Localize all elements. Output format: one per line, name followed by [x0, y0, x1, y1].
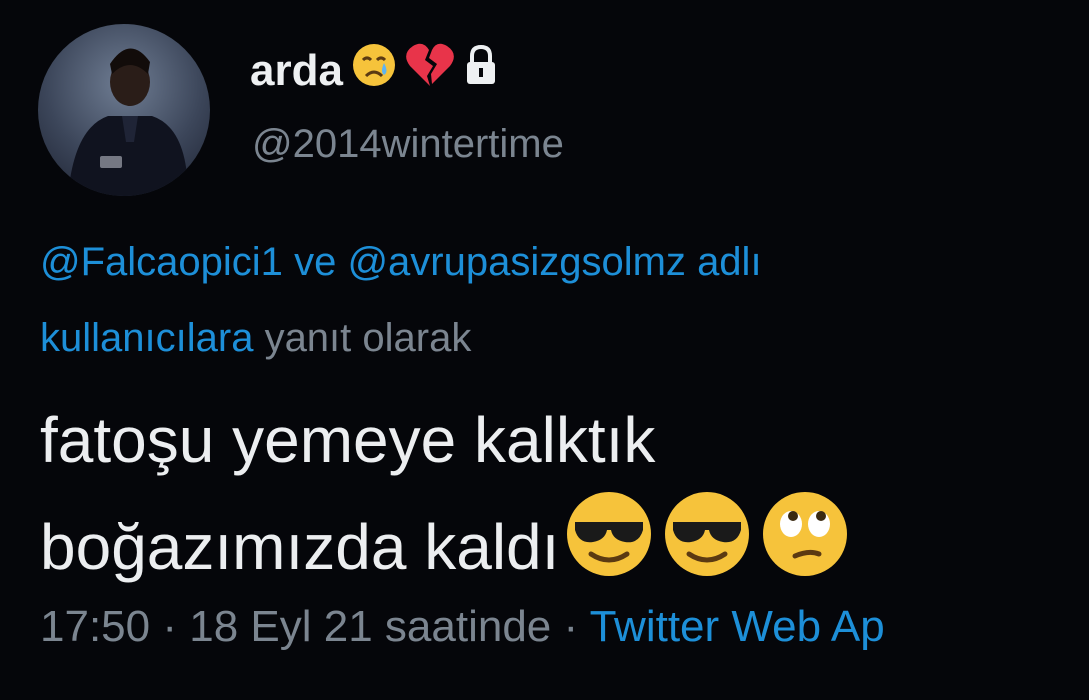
mention-link-falcaopici1[interactable]: @Falcaopici1: [40, 240, 283, 284]
sunglasses-emoji: [661, 488, 753, 606]
meta-separator: ·: [563, 602, 579, 651]
reply-adli: adlı: [697, 240, 762, 284]
reply-connector: ve: [294, 240, 337, 284]
crying-face-emoji: [351, 42, 397, 99]
tweet-line-1: fatoşu yemeye kalktık: [40, 404, 656, 476]
sunglasses-emoji: [563, 488, 655, 606]
tweet-body: fatoşu yemeye kalktık boğazımızda kaldı: [40, 392, 851, 606]
avatar-photo: [68, 48, 188, 196]
tweet-line-2: boğazımızda kaldı: [40, 511, 560, 583]
reply-context-line-2: kullanıcılara yanıt olarak: [40, 316, 471, 361]
lock-icon: [463, 44, 499, 97]
display-name-row[interactable]: arda: [250, 42, 499, 99]
eye-roll-emoji: [759, 488, 851, 606]
reply-suffix: yanıt olarak: [264, 316, 472, 360]
tweet-line-2-row: boğazımızda kaldı: [40, 488, 851, 606]
reply-users-link[interactable]: kullanıcılara: [40, 316, 253, 360]
mention-link-avrupasizgsolmz[interactable]: @avrupasizgsolmz: [347, 240, 686, 284]
user-handle[interactable]: @2014wintertime: [252, 122, 564, 167]
tweet-meta: 17:50 · 18 Eyl 21 saatinde · Twitter Web…: [40, 602, 885, 652]
display-name[interactable]: arda: [250, 46, 343, 96]
broken-heart-emoji: [405, 42, 455, 99]
avatar[interactable]: [38, 24, 210, 196]
meta-separator: ·: [162, 602, 177, 651]
reply-context-line-1: @Falcaopici1 ve @avrupasizgsolmz adlı: [40, 240, 762, 285]
tweet-time[interactable]: 17:50: [40, 602, 150, 651]
tweet-date[interactable]: 18 Eyl 21 saatinde: [189, 602, 551, 651]
tweet-source-link[interactable]: Twitter Web Ap: [590, 602, 885, 651]
